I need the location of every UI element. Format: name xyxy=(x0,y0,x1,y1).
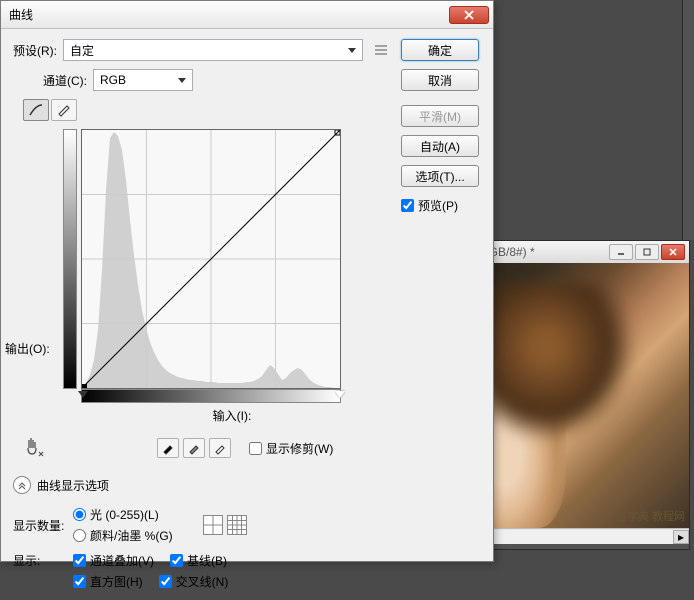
channel-overlay-checkbox[interactable]: 通道叠加(V) xyxy=(73,552,154,569)
input-label: 输入(I): xyxy=(73,407,391,424)
document-titlebar[interactable]: RGB/8#) * xyxy=(476,241,689,263)
input-gradient xyxy=(81,389,341,403)
maximize-button[interactable] xyxy=(635,244,659,260)
cancel-button[interactable]: 取消 xyxy=(401,69,479,91)
light-radio[interactable]: 光 (0-255)(L) xyxy=(73,506,173,523)
scroll-right-icon[interactable]: ▸ xyxy=(673,530,689,544)
simple-grid-icon[interactable] xyxy=(203,515,223,535)
intersection-checkbox[interactable]: 交叉线(N) xyxy=(159,573,229,590)
show-clipping-checkbox[interactable]: 显示修剪(W) xyxy=(249,440,333,457)
curve-point-tool[interactable] xyxy=(23,99,49,121)
histogram-checkbox[interactable]: 直方图(H) xyxy=(73,573,143,590)
dialog-title: 曲线 xyxy=(5,6,449,23)
options-button[interactable]: 选项(T)... xyxy=(401,165,479,187)
curve-pencil-tool[interactable] xyxy=(51,99,77,121)
auto-button[interactable]: 自动(A) xyxy=(401,135,479,157)
preset-dropdown[interactable]: 自定 xyxy=(63,39,363,61)
ink-radio[interactable]: 颜料/油墨 %(G) xyxy=(73,527,173,544)
document-canvas[interactable]: 查字典 教程网 xyxy=(476,263,689,528)
target-adjust-icon[interactable] xyxy=(23,434,51,462)
white-eyedropper[interactable] xyxy=(209,438,231,458)
close-button[interactable] xyxy=(661,244,685,260)
show-label: 显示: xyxy=(13,552,73,569)
dialog-titlebar[interactable]: 曲线 xyxy=(1,1,493,29)
document-title: RGB/8#) * xyxy=(480,245,609,259)
baseline-checkbox[interactable]: 基线(B) xyxy=(170,552,227,569)
horizontal-scrollbar[interactable]: ◂ ▸ xyxy=(476,528,689,544)
document-window: RGB/8#) * 查字典 教程网 ◂ ▸ xyxy=(475,240,690,550)
dialog-close-button[interactable] xyxy=(449,6,489,24)
detailed-grid-icon[interactable] xyxy=(227,515,247,535)
expand-options-label: 曲线显示选项 xyxy=(37,477,109,494)
output-gradient xyxy=(63,129,77,389)
white-point-slider[interactable] xyxy=(335,391,345,398)
ok-button[interactable]: 确定 xyxy=(401,39,479,61)
show-amount-label: 显示数量: xyxy=(13,517,73,534)
preview-checkbox[interactable]: 预览(P) xyxy=(401,197,481,214)
preset-menu-icon[interactable] xyxy=(371,40,391,60)
watermark-text: 查字典 教程网 xyxy=(616,508,685,524)
channel-dropdown[interactable]: RGB xyxy=(93,69,193,91)
minimize-button[interactable] xyxy=(609,244,633,260)
channel-label: 通道(C): xyxy=(43,72,87,89)
gray-eyedropper[interactable] xyxy=(183,438,205,458)
black-point-slider[interactable] xyxy=(78,391,88,398)
curves-dialog: 曲线 预设(R): 自定 通道(C): RGB xyxy=(0,0,494,562)
curve-graph[interactable] xyxy=(81,129,341,389)
output-label: 输出(O): xyxy=(5,340,50,357)
smooth-button: 平滑(M) xyxy=(401,105,479,127)
preset-label: 预设(R): xyxy=(13,42,57,59)
expand-options-button[interactable] xyxy=(13,476,31,494)
black-eyedropper[interactable] xyxy=(157,438,179,458)
